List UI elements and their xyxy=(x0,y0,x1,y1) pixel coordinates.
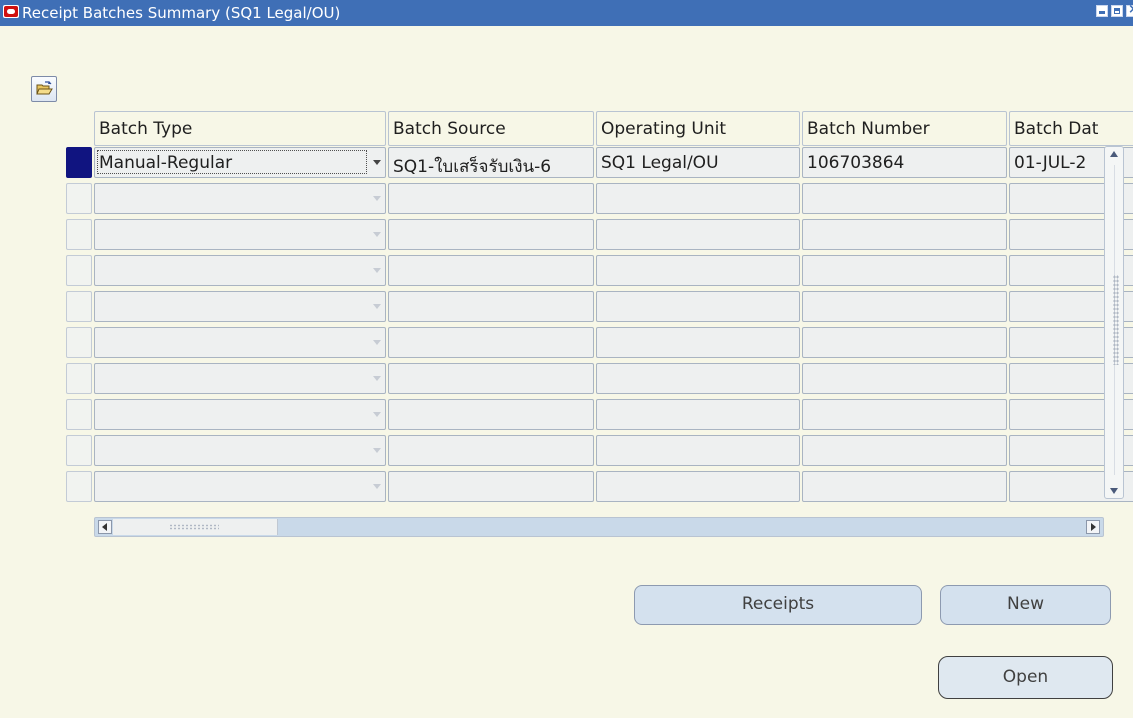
batch-number-field[interactable]: 106703864 xyxy=(802,147,1007,178)
batch-number-field[interactable] xyxy=(802,363,1007,394)
dropdown-arrow-icon[interactable] xyxy=(373,304,381,309)
batch-type-field[interactable]: Manual-Regular xyxy=(94,147,386,178)
batch-source-field[interactable] xyxy=(388,363,594,394)
row-selector[interactable] xyxy=(66,291,92,322)
operating-unit-field[interactable]: SQ1 Legal/OU xyxy=(596,147,800,178)
header-operating-unit: Operating Unit xyxy=(596,111,800,146)
batch-source-field[interactable]: SQ1-ใบเสร็จรับเงิน-6 xyxy=(388,147,594,178)
row-selector[interactable] xyxy=(66,435,92,466)
batch-source-field[interactable] xyxy=(388,399,594,430)
batch-number-field-value: 106703864 xyxy=(807,153,905,173)
row-selector[interactable] xyxy=(66,363,92,394)
scroll-left-icon[interactable] xyxy=(98,520,112,534)
batch-type-field[interactable] xyxy=(94,183,386,214)
batch-source-field[interactable] xyxy=(388,183,594,214)
row-selector[interactable] xyxy=(66,219,92,250)
batch-source-field[interactable] xyxy=(388,219,594,250)
oracle-app-icon xyxy=(3,5,19,18)
title-bar[interactable]: Receipt Batches Summary (SQ1 Legal/OU) xyxy=(0,0,1133,26)
minimize-icon[interactable] xyxy=(1096,5,1108,17)
dropdown-arrow-icon[interactable] xyxy=(373,448,381,453)
batch-type-field[interactable] xyxy=(94,471,386,502)
row-selector[interactable] xyxy=(66,399,92,430)
batch-type-field[interactable] xyxy=(94,219,386,250)
new-button[interactable]: New xyxy=(940,585,1111,625)
scroll-right-icon[interactable] xyxy=(1086,520,1100,534)
window-title: Receipt Batches Summary (SQ1 Legal/OU) xyxy=(22,4,341,22)
operating-unit-field[interactable] xyxy=(596,399,800,430)
scroll-down-icon[interactable] xyxy=(1110,488,1118,494)
horizontal-scroll-thumb[interactable] xyxy=(113,519,278,535)
dropdown-arrow-icon[interactable] xyxy=(373,376,381,381)
row-selector[interactable] xyxy=(66,147,92,178)
focus-indicator xyxy=(97,150,367,174)
row-selector[interactable] xyxy=(66,255,92,286)
batch-type-field[interactable] xyxy=(94,255,386,286)
scroll-up-icon[interactable] xyxy=(1110,151,1118,157)
vertical-scrollbar[interactable] xyxy=(1104,146,1124,499)
open-folder-button[interactable] xyxy=(31,76,57,102)
open-button-label: Open xyxy=(1002,667,1049,687)
header-batch-type: Batch Type xyxy=(94,111,386,146)
scroll-grip xyxy=(169,524,219,530)
batch-type-field[interactable] xyxy=(94,291,386,322)
batch-source-field[interactable] xyxy=(388,471,594,502)
dropdown-arrow-icon[interactable] xyxy=(373,196,381,201)
batch-type-field[interactable] xyxy=(94,363,386,394)
operating-unit-field[interactable] xyxy=(596,327,800,358)
batch-number-field[interactable] xyxy=(802,255,1007,286)
dropdown-arrow-icon[interactable] xyxy=(373,232,381,237)
batch-number-field[interactable] xyxy=(802,471,1007,502)
batch-type-field[interactable] xyxy=(94,399,386,430)
dropdown-arrow-icon[interactable] xyxy=(373,340,381,345)
new-button-label: New xyxy=(1006,594,1045,614)
operating-unit-field-value: SQ1 Legal/OU xyxy=(601,153,719,173)
operating-unit-field[interactable] xyxy=(596,363,800,394)
open-folder-icon xyxy=(36,81,53,95)
batch-number-field[interactable] xyxy=(802,399,1007,430)
operating-unit-field[interactable] xyxy=(596,291,800,322)
operating-unit-field[interactable] xyxy=(596,435,800,466)
dropdown-arrow-icon[interactable] xyxy=(373,412,381,417)
batch-number-field[interactable] xyxy=(802,183,1007,214)
batch-source-field-value: SQ1-ใบเสร็จรับเงิน-6 xyxy=(393,157,552,177)
batch-number-field[interactable] xyxy=(802,291,1007,322)
row-selector[interactable] xyxy=(66,327,92,358)
batch-number-field[interactable] xyxy=(802,435,1007,466)
row-selector[interactable] xyxy=(66,471,92,502)
operating-unit-field[interactable] xyxy=(596,219,800,250)
row-selector[interactable] xyxy=(66,183,92,214)
scroll-grip[interactable] xyxy=(1113,275,1119,365)
dropdown-arrow-icon[interactable] xyxy=(373,484,381,489)
batch-number-field[interactable] xyxy=(802,327,1007,358)
batch-number-field[interactable] xyxy=(802,219,1007,250)
dropdown-arrow-icon[interactable] xyxy=(373,268,381,273)
operating-unit-field[interactable] xyxy=(596,255,800,286)
batch-source-field[interactable] xyxy=(388,435,594,466)
receipt-batches-window: Receipt Batches Summary (SQ1 Legal/OU) B… xyxy=(0,0,1133,718)
close-icon[interactable] xyxy=(1126,2,1133,17)
receipts-button[interactable]: Receipts xyxy=(634,585,922,625)
receipts-button-label: Receipts xyxy=(741,594,815,614)
operating-unit-field[interactable] xyxy=(596,183,800,214)
batch-source-field[interactable] xyxy=(388,327,594,358)
batch-type-field[interactable] xyxy=(94,435,386,466)
batch-source-field[interactable] xyxy=(388,291,594,322)
header-batch-number: Batch Number xyxy=(802,111,1007,146)
batch-date-field-value: 01-JUL-2 xyxy=(1014,153,1087,173)
operating-unit-field[interactable] xyxy=(596,471,800,502)
open-button[interactable]: Open xyxy=(938,656,1113,699)
header-batch-source: Batch Source xyxy=(388,111,594,146)
batch-source-field[interactable] xyxy=(388,255,594,286)
maximize-icon[interactable] xyxy=(1111,5,1123,17)
horizontal-scrollbar[interactable] xyxy=(94,517,1104,537)
dropdown-arrow-icon[interactable] xyxy=(373,160,381,165)
header-batch-date: Batch Dat xyxy=(1009,111,1133,146)
batch-type-field[interactable] xyxy=(94,327,386,358)
